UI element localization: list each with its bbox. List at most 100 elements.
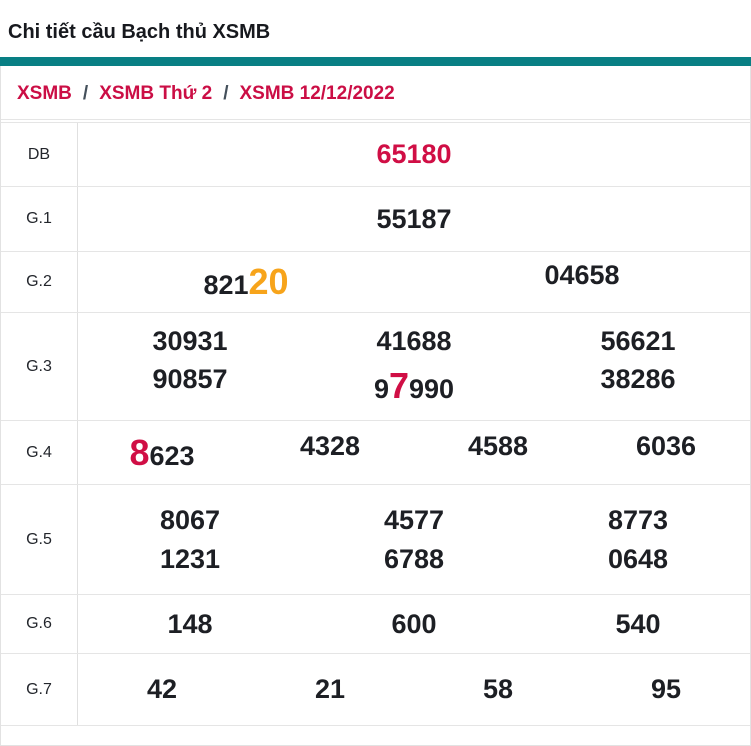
- prize-number: 95: [582, 670, 750, 708]
- prize-number: 58: [414, 670, 582, 708]
- prize-row-g3: G.3 30931 41688 56621 90857 97990 38286: [1, 313, 750, 421]
- prize-number-segment: 7: [388, 365, 409, 407]
- prize-row-content: 82120 04658: [78, 252, 750, 312]
- prize-line: 42 21 58 95: [78, 670, 750, 708]
- prize-number: 21: [246, 670, 414, 708]
- prize-number-segment: 58: [482, 674, 514, 705]
- prize-line: 8067 4577 8773: [78, 501, 750, 539]
- prize-number: 42: [78, 670, 246, 708]
- prize-number: 8773: [526, 501, 750, 539]
- prize-row-content: 148 600 540: [78, 595, 750, 653]
- prize-number: 540: [526, 605, 750, 643]
- prize-number-segment: 540: [615, 608, 661, 639]
- prize-number: 04658: [414, 256, 750, 307]
- page: Chi tiết cầu Bạch thủ XSMB XSMB / XSMB T…: [0, 0, 751, 746]
- prize-number-segment: 30931: [152, 325, 228, 356]
- prize-number: 38286: [526, 360, 750, 411]
- prize-line: 148 600 540: [78, 605, 750, 643]
- prize-row-label: G.4: [1, 421, 78, 484]
- prize-number-segment: 56621: [600, 325, 676, 356]
- prize-row-label: G.3: [1, 313, 78, 420]
- prize-number-segment: 41688: [376, 325, 452, 356]
- prize-number-segment: 20: [248, 261, 289, 303]
- prize-number-segment: 21: [314, 674, 346, 705]
- prize-row-label: G.6: [1, 595, 78, 653]
- prize-row-g6: G.6 148 600 540: [1, 595, 750, 654]
- prize-line: 30931 41688 56621: [78, 322, 750, 360]
- prize-line: 8623 4328 4588 6036: [78, 427, 750, 478]
- prize-number: 90857: [78, 360, 302, 411]
- breadcrumb-link-xsmb-thu-2[interactable]: XSMB Thứ 2: [99, 83, 212, 105]
- accent-bar: [0, 57, 751, 66]
- prize-number-segment: 4577: [383, 505, 445, 536]
- prize-row-content: 30931 41688 56621 90857 97990 38286: [78, 313, 750, 420]
- prize-number-segment: 1231: [159, 543, 221, 574]
- prize-row-g7: G.7 42 21 58 95: [1, 654, 750, 726]
- prize-number: 8623: [78, 427, 246, 478]
- prize-number: 41688: [302, 322, 526, 360]
- prize-row-content: 65180: [78, 123, 750, 186]
- prize-number: 55187: [78, 200, 750, 238]
- prize-row-g2: G.2 82120 04658: [1, 252, 750, 313]
- prize-number-segment: 821: [203, 270, 249, 301]
- prize-number-segment: 4328: [299, 430, 361, 461]
- prize-number-segment: 04658: [544, 260, 620, 291]
- breadcrumb-link-xsmb[interactable]: XSMB: [17, 83, 72, 105]
- prize-row-label: G.1: [1, 187, 78, 251]
- prize-table: DB 65180 G.1 55187 G.2 82120 04658 G.3 30931 4168…: [1, 122, 750, 726]
- results-panel: XSMB / XSMB Thứ 2 / XSMB 12/12/2022 DB 65…: [0, 66, 751, 746]
- prize-number-segment: 38286: [600, 364, 676, 395]
- prize-line: 1231 6788 0648: [78, 540, 750, 578]
- prize-number: 82120: [78, 256, 414, 307]
- prize-row-label: G.7: [1, 654, 78, 725]
- prize-row-label: G.2: [1, 252, 78, 312]
- breadcrumb: XSMB / XSMB Thứ 2 / XSMB 12/12/2022: [1, 66, 750, 120]
- prize-number: 600: [302, 605, 526, 643]
- prize-number: 65180: [78, 135, 750, 173]
- prize-number-segment: 623: [149, 440, 195, 471]
- prize-row-g1: G.1 55187: [1, 187, 750, 252]
- prize-number: 0648: [526, 540, 750, 578]
- prize-number-segment: 6788: [383, 543, 445, 574]
- prize-number-segment: 90857: [152, 364, 228, 395]
- prize-number-segment: 42: [146, 674, 178, 705]
- prize-number: 6788: [302, 540, 526, 578]
- prize-number-segment: 65180: [376, 139, 452, 170]
- prize-row-content: 55187: [78, 187, 750, 251]
- prize-number-segment: 55187: [376, 203, 452, 234]
- prize-number-segment: 9: [373, 374, 389, 405]
- prize-number: 4328: [246, 427, 414, 478]
- prize-number: 1231: [78, 540, 302, 578]
- prize-number-segment: 95: [650, 674, 682, 705]
- prize-number: 56621: [526, 322, 750, 360]
- prize-row-g5: G.5 8067 4577 8773 1231 6788 0648: [1, 485, 750, 595]
- prize-number-segment: 0648: [607, 543, 669, 574]
- prize-number: 8067: [78, 501, 302, 539]
- prize-row-g4: G.4 8623 4328 4588 6036: [1, 421, 750, 485]
- prize-line: 55187: [78, 200, 750, 238]
- prize-number-segment: 600: [391, 608, 437, 639]
- prize-number: 30931: [78, 322, 302, 360]
- prize-number-segment: 148: [167, 608, 213, 639]
- prize-number: 4577: [302, 501, 526, 539]
- breadcrumb-link-xsmb-date[interactable]: XSMB 12/12/2022: [239, 83, 394, 105]
- prize-row-content: 42 21 58 95: [78, 654, 750, 725]
- prize-row-content: 8067 4577 8773 1231 6788 0648: [78, 485, 750, 594]
- prize-number-segment: 990: [409, 374, 455, 405]
- breadcrumb-separator: /: [223, 83, 229, 104]
- prize-row-label: DB: [1, 123, 78, 186]
- prize-row-db: DB 65180: [1, 123, 750, 187]
- prize-line: 65180: [78, 135, 750, 173]
- prize-number: 97990: [302, 360, 526, 411]
- prize-row-label: G.5: [1, 485, 78, 594]
- prize-number: 148: [78, 605, 302, 643]
- prize-number-segment: 6036: [635, 430, 697, 461]
- prize-number-segment: 4588: [467, 430, 529, 461]
- prize-line: 90857 97990 38286: [78, 360, 750, 411]
- prize-row-content: 8623 4328 4588 6036: [78, 421, 750, 484]
- page-title: Chi tiết cầu Bạch thủ XSMB: [8, 21, 271, 43]
- prize-number-segment: 8067: [159, 505, 221, 536]
- prize-line: 82120 04658: [78, 256, 750, 307]
- prize-number: 4588: [414, 427, 582, 478]
- prize-number-segment: 8: [129, 431, 150, 473]
